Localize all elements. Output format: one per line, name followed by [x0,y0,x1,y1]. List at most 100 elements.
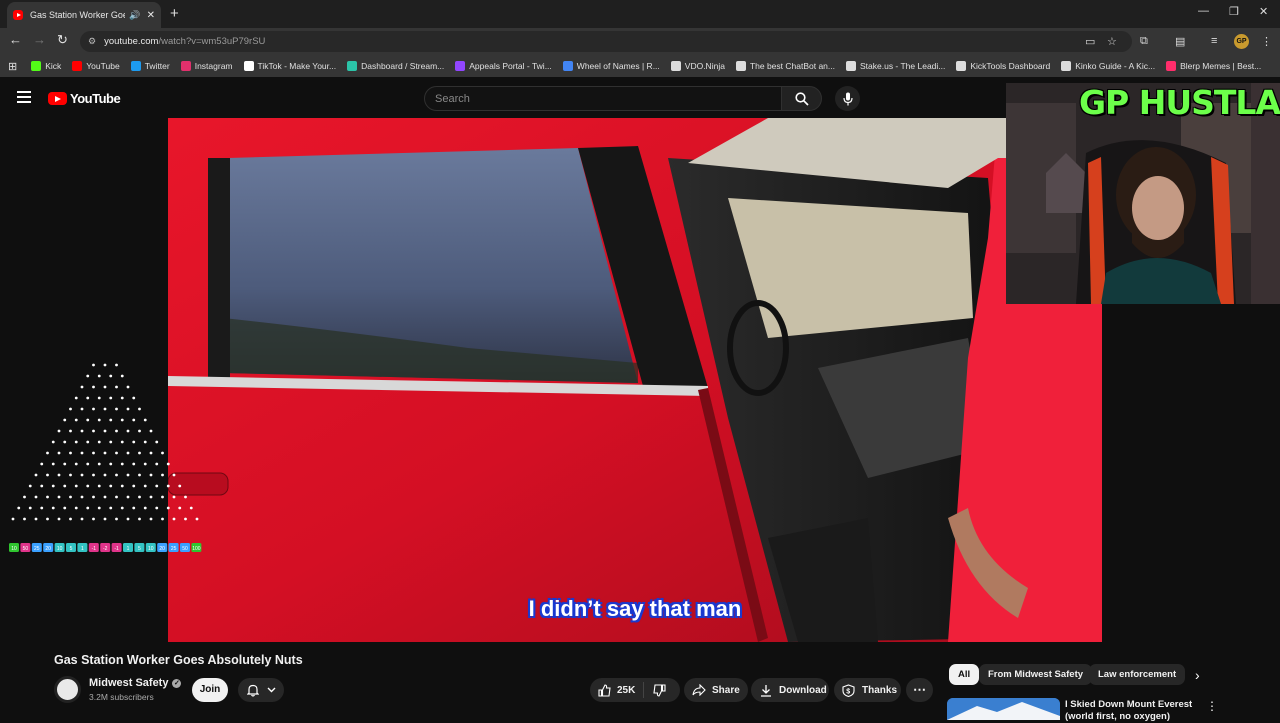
plinko-peg [132,462,136,466]
bookmark-item[interactable]: The best ChatBot an... [735,61,835,71]
plinko-peg [109,418,113,422]
plinko-peg [120,396,124,400]
plinko-peg [86,374,90,378]
recommendation-menu-icon[interactable]: ⋮ [1206,699,1218,713]
plinko-peg [161,517,164,521]
bookmark-favicon-icon [956,61,967,71]
plinko-peg [138,517,141,521]
apps-grid-icon[interactable]: ⊞ [8,60,17,73]
like-button[interactable]: 25K [590,682,644,698]
bookmark-item[interactable]: Instagram [180,61,233,71]
tab-title: Gas Station Worker Goes A [30,10,126,20]
thumbs-up-icon [598,683,611,697]
plinko-peg [166,506,170,510]
plinko-peg [69,495,72,499]
browser-tab-active[interactable]: Gas Station Worker Goes A 🔊 ✕ [7,2,161,28]
bookmark-item[interactable]: TikTok - Make Your... [243,61,336,71]
bookmark-label: Stake.us - The Leadi... [860,61,946,71]
bookmark-item[interactable]: Appeals Portal - Twi... [455,61,552,71]
bookmark-item[interactable]: Kick [31,61,61,71]
mountain-thumbnail-image [947,698,1060,720]
notifications-button[interactable] [238,678,284,702]
channel-avatar[interactable] [54,676,81,703]
new-tab-icon[interactable]: + [170,5,179,22]
restore-icon[interactable]: ❐ [1229,5,1239,18]
search-input[interactable]: Search [424,86,782,111]
bookmark-item[interactable]: KickTools Dashboard [956,61,1050,71]
channel-name[interactable]: Midwest Safety ✓ [89,677,182,689]
thanks-button[interactable]: $ Thanks [834,678,901,702]
plinko-peg [69,451,72,455]
join-button[interactable]: Join [192,678,228,702]
more-actions-icon[interactable]: ⋯ [906,678,933,702]
plinko-peg [132,484,136,488]
plinko-peg [86,396,90,400]
recommendation-title[interactable]: I Skied Down Mount Everest (world first,… [1065,699,1200,723]
voice-search-button[interactable] [835,86,860,111]
download-label: Download [779,684,827,696]
bookmark-item[interactable]: Kinko Guide - A Kic... [1061,61,1155,71]
chip-law-enforcement[interactable]: Law enforcement [1089,664,1186,685]
plinko-peg [103,473,107,477]
plinko-slot-label: 5 [138,546,141,552]
share-icon [692,684,706,696]
profile-avatar[interactable]: GP [1234,34,1249,49]
plinko-slot-label: -1 [92,546,97,552]
plinko-peg [92,473,95,477]
video-player[interactable]: I didn’t say that man [168,118,1102,642]
subscriber-count: 3.2M subscribers [89,692,154,702]
youtube-play-logo-icon [48,92,67,105]
bookmark-item[interactable]: Twitter [130,61,170,71]
bookmark-item[interactable]: YouTube [72,61,120,71]
chip-all[interactable]: All [949,664,980,685]
chevron-right-icon[interactable]: › [1195,667,1200,683]
plinko-peg [51,440,55,444]
menu-kebab-icon[interactable]: ⋮ [1261,35,1272,48]
bookmark-item[interactable]: Stake.us - The Leadi... [846,61,945,71]
media-icon[interactable]: ▤ [1175,35,1185,48]
queue-icon[interactable]: ≡ [1211,35,1217,47]
bookmark-star-icon[interactable]: ☆ [1107,35,1117,48]
speaker-icon[interactable]: 🔊 [129,10,140,21]
plinko-peg [80,407,84,411]
bookmarks-bar: ⊞ Kick YouTube Twitter Instagram TikTok - Ma… [0,55,1280,77]
bookmark-item[interactable]: Dashboard / Stream... [347,61,444,71]
cast-icon[interactable]: ▭ [1085,35,1095,48]
plinko-peg [115,429,118,433]
forward-icon[interactable]: → [33,32,46,47]
plinko-slot-label: 10 [11,546,17,552]
close-tab-icon[interactable]: ✕ [147,10,155,21]
plinko-peg [149,429,153,433]
plinko-peg [97,418,101,422]
plinko-peg [166,484,170,488]
url-bar[interactable]: ⚙ youtube.com/watch?v=wm53uP79rSU [80,31,1132,52]
plinko-peg [120,440,124,444]
plinko-peg [115,473,118,477]
bookmark-item[interactable]: Blerp Memes | Best... [1166,61,1261,71]
site-info-icon[interactable]: ⚙ [88,36,96,47]
plinko-peg [161,473,164,477]
thanks-label: Thanks [862,684,898,696]
share-button[interactable]: Share [684,678,748,702]
plinko-slot-label: 5 [70,546,73,552]
search-button[interactable] [781,86,822,111]
extensions-icon[interactable]: ⧉ [1140,35,1148,48]
plinko-peg [132,418,136,422]
chip-from-channel[interactable]: From Midwest Safety [979,664,1093,685]
reload-icon[interactable]: ↻ [57,32,68,48]
dislike-button[interactable] [644,683,666,697]
youtube-logo[interactable]: YouTube [48,91,121,106]
plinko-peg [92,385,95,389]
download-button[interactable]: Download [751,678,829,702]
plinko-peg [143,440,147,444]
bookmark-item[interactable]: Wheel of Names | R... [562,61,660,71]
plinko-peg [92,407,95,411]
recommendation-thumbnail[interactable] [947,698,1060,720]
back-icon[interactable]: ← [9,32,22,47]
bookmark-item[interactable]: VDO.Ninja [670,61,725,71]
minimize-icon[interactable]: — [1198,5,1209,17]
hamburger-menu-icon[interactable] [17,91,31,106]
close-window-icon[interactable]: ✕ [1259,5,1268,18]
bookmark-label: Dashboard / Stream... [361,61,445,71]
bookmark-favicon-icon [31,61,42,71]
